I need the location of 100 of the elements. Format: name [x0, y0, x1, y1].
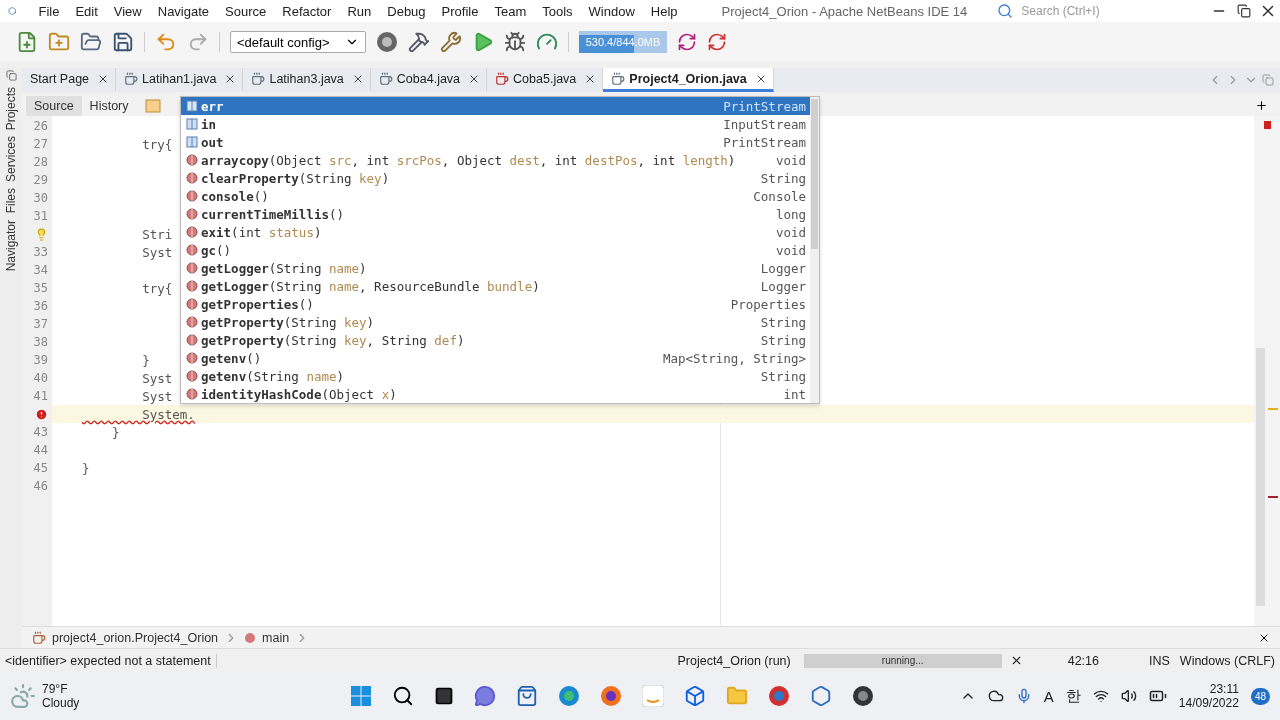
- breadcrumb-item[interactable]: main: [262, 630, 290, 645]
- line-number: 35: [33, 281, 48, 295]
- return-type: long: [775, 206, 806, 222]
- side-panel-tab[interactable]: Files: [4, 188, 18, 214]
- editor-tab[interactable]: Start Page: [22, 68, 117, 92]
- file-icon: [124, 71, 139, 86]
- completion-item[interactable]: getProperty(String key, String def) String: [181, 331, 810, 349]
- volume-icon[interactable]: [1120, 688, 1137, 704]
- menu-item[interactable]: Window: [580, 3, 643, 19]
- input-indicator[interactable]: A: [1043, 687, 1054, 705]
- menu-item[interactable]: View: [105, 3, 150, 19]
- view-tab[interactable]: Source: [26, 95, 82, 116]
- completion-item[interactable]: getProperty(String key) String: [181, 313, 810, 331]
- completion-item[interactable]: currentTimeMillis() long: [181, 205, 810, 223]
- status-message: <identifier> expected not a statement: [0, 653, 217, 668]
- wifi-icon[interactable]: [1092, 688, 1109, 704]
- menu-item[interactable]: Refactor: [274, 3, 340, 19]
- menu-item[interactable]: Edit: [67, 3, 106, 19]
- save-icon[interactable]: [112, 31, 134, 53]
- menu-item[interactable]: Source: [217, 3, 275, 19]
- method-icon: [186, 298, 198, 310]
- breadcrumb-item[interactable]: project4_orion.Project4_Orion: [52, 630, 219, 645]
- completion-signature: clearProperty(String key): [201, 170, 391, 186]
- menu-item[interactable]: Team: [486, 3, 535, 19]
- completion-item[interactable]: console() Console: [181, 187, 810, 205]
- completion-signature: getenv(String name): [201, 368, 345, 384]
- view-tab[interactable]: History: [81, 95, 137, 116]
- store-icon[interactable]: [516, 685, 538, 707]
- search-icon[interactable]: [392, 685, 414, 707]
- open-folder-icon[interactable]: [80, 31, 102, 53]
- completion-item[interactable]: getLogger(String name) Logger: [181, 259, 810, 277]
- completion-signature: exit(int status): [201, 224, 323, 240]
- new-file-icon[interactable]: [16, 31, 38, 53]
- menu-item[interactable]: Profile: [433, 3, 487, 19]
- config-dropdown[interactable]: <default config>: [230, 31, 366, 53]
- record-icon[interactable]: [852, 685, 874, 707]
- line-number: 38: [33, 335, 48, 349]
- cloud-icon[interactable]: [987, 688, 1004, 704]
- window-title: Project4_Orion - Apache NetBeans IDE 14: [721, 3, 968, 19]
- completion-item[interactable]: getenv() Map<String, String>: [181, 349, 810, 367]
- editor-tab[interactable]: Coba4.java: [370, 68, 488, 92]
- app-logo-icon[interactable]: [810, 685, 832, 707]
- debug-icon[interactable]: [504, 31, 526, 53]
- notification-badge[interactable]: 48: [1250, 687, 1270, 705]
- return-type: String: [760, 332, 806, 348]
- completion-item[interactable]: getLogger(String name, ResourceBundle bundle) Logger: [181, 277, 810, 295]
- field-icon: [186, 100, 198, 112]
- line-number: 43: [33, 425, 48, 439]
- line-number: 26: [33, 119, 48, 133]
- completion-signature: out: [201, 134, 225, 150]
- menu-item[interactable]: File: [30, 3, 68, 19]
- refresh-icon[interactable]: [707, 32, 727, 52]
- clock[interactable]: 23:11 14/09/2022: [1178, 682, 1239, 710]
- hammer-icon[interactable]: [408, 31, 430, 53]
- completion-item[interactable]: err PrintStream: [181, 97, 810, 115]
- editor-tab[interactable]: Latihan3.java: [243, 68, 371, 92]
- return-type: Logger: [760, 278, 806, 294]
- menu-item[interactable]: Run: [339, 3, 380, 19]
- completion-item[interactable]: getenv(String name) String: [181, 367, 810, 385]
- line-number: 40: [33, 371, 48, 385]
- return-type: PrintStream: [723, 98, 806, 114]
- menu-item[interactable]: Debug: [379, 3, 434, 19]
- completion-item[interactable]: clearProperty(String key) String: [181, 169, 810, 187]
- search-icon: [997, 3, 1014, 19]
- side-panel-tab[interactable]: Services: [4, 136, 18, 183]
- completion-signature: getProperty(String key): [201, 314, 376, 330]
- completion-signature: getLogger(String name, ResourceBundle bundle): [201, 278, 541, 294]
- class-icon: [32, 630, 46, 645]
- box-icon[interactable]: [684, 685, 706, 707]
- side-panel-tab[interactable]: Navigator: [4, 219, 18, 272]
- completion-item[interactable]: identityHashCode(Object x) int: [181, 385, 810, 403]
- restore-icon[interactable]: [1236, 4, 1251, 18]
- error-stripe-mark: [1268, 496, 1278, 498]
- completion-item[interactable]: exit(int status) void: [181, 223, 810, 241]
- method-icon: [186, 244, 198, 256]
- menu-item[interactable]: Navigate: [149, 3, 218, 19]
- editor-tab[interactable]: Latihan1.java: [116, 68, 244, 92]
- chat-icon[interactable]: [474, 685, 496, 707]
- refresh-icon[interactable]: [677, 32, 697, 52]
- menu-item[interactable]: Help: [642, 3, 686, 19]
- date-text: 14/09/2022: [1178, 696, 1239, 710]
- line-number: 33: [33, 245, 48, 259]
- code-line: }: [82, 460, 90, 476]
- input-indicator[interactable]: 한: [1065, 686, 1081, 706]
- editor-tab[interactable]: Project4_Orion.java: [603, 68, 774, 92]
- side-panel-tab[interactable]: Projects: [4, 87, 18, 131]
- tab-label: Latihan1.java: [142, 71, 217, 86]
- completion-item[interactable]: arraycopy(Object src, int srcPos, Object dest, int destPos, int length) void: [181, 151, 810, 169]
- completion-item[interactable]: getProperties() Properties: [181, 295, 810, 313]
- return-type: InputStream: [723, 116, 806, 132]
- start-icon[interactable]: [350, 685, 372, 707]
- code-line: Syst: [141, 370, 173, 386]
- completion-item[interactable]: out PrintStream: [181, 133, 810, 151]
- split-icon[interactable]: [1255, 99, 1268, 112]
- wrench-icon[interactable]: [440, 31, 462, 53]
- menu-item[interactable]: Tools: [534, 3, 581, 19]
- completion-item[interactable]: gc() void: [181, 241, 810, 259]
- task-view-icon[interactable]: [434, 686, 454, 706]
- new-folder-icon[interactable]: [48, 31, 70, 53]
- completion-item[interactable]: in InputStream: [181, 115, 810, 133]
